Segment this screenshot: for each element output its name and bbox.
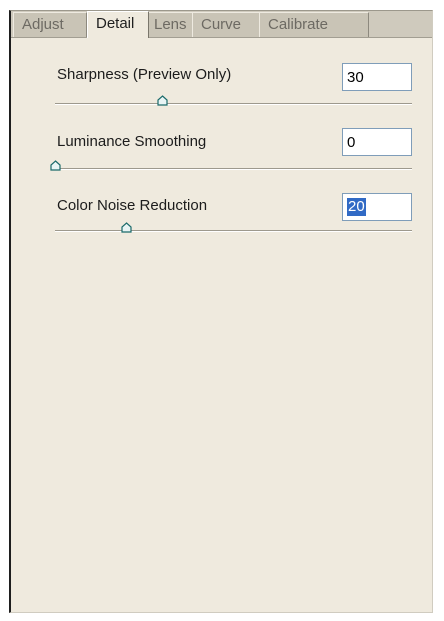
tab-curve[interactable]: Curve [192,12,262,37]
luminance-smoothing-input[interactable] [342,128,412,156]
tab-lens[interactable]: Lens [145,12,195,37]
color-noise-reduction-input[interactable]: 20 [342,193,412,221]
luminance-smoothing-label: Luminance Smoothing [57,133,207,150]
sharpness-label: Sharpness (Preview Only) [57,66,232,83]
detail-panel: Adjust Lens Curve Calibrate Detail Sharp… [9,10,433,613]
tab-strip: Adjust Lens Curve Calibrate Detail [11,11,432,38]
tab-adjust[interactable]: Adjust [13,12,87,37]
color-noise-reduction-slider-track[interactable] [55,230,412,232]
tab-calibrate[interactable]: Calibrate [259,12,369,37]
color-noise-reduction-label: Color Noise Reduction [57,197,208,214]
luminance-smoothing-slider-track[interactable] [55,168,412,170]
luminance-smoothing-slider-thumb[interactable] [50,160,61,171]
selected-value-text: 20 [347,198,366,216]
sharpness-slider-thumb[interactable] [157,95,168,106]
sharpness-input[interactable] [342,63,412,91]
sharpness-slider-track[interactable] [55,103,412,105]
color-noise-reduction-slider-thumb[interactable] [121,222,132,233]
tab-detail[interactable]: Detail [87,11,149,38]
